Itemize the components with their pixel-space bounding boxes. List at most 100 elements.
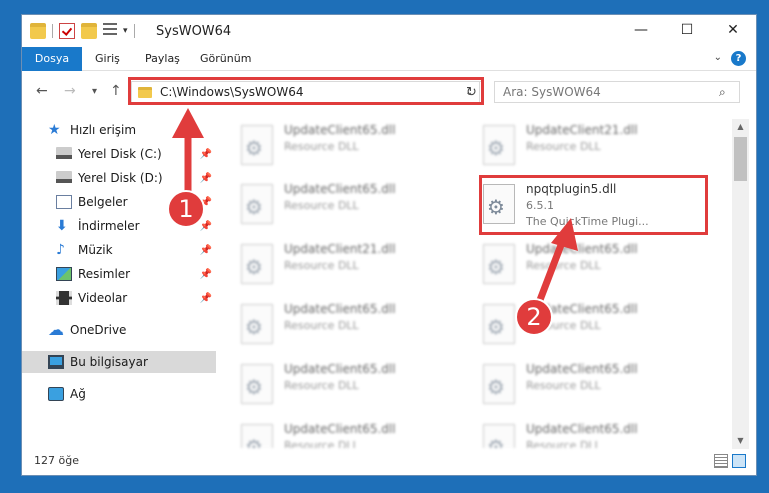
qat-dropdown-icon[interactable]: ▾ [123,26,128,36]
address-bar[interactable]: C:\Windows\SysWOW64 ⌄ [131,81,480,103]
pin-icon[interactable]: 📌 [200,245,212,256]
videos-icon [56,291,72,305]
dll-file-icon [241,364,273,404]
refresh-button[interactable]: ↻ [461,81,483,103]
file-name: UpdateClient21.dll [284,242,396,256]
dll-file-icon [241,244,273,284]
list-view-icon[interactable] [103,23,117,39]
pin-icon[interactable]: 📌 [200,173,212,184]
file-type: Resource DLL [284,259,359,272]
pin-icon[interactable]: 📌 [200,269,212,280]
sidebar-item-label: Yerel Disk (C:) [78,147,162,161]
sidebar-item-pictures[interactable]: Resimler 📌 [22,263,216,285]
disk-icon [56,147,72,161]
file-item[interactable]: UpdateClient65.dll Resource DLL [479,300,709,350]
file-type: Resource DLL [526,259,601,272]
file-list: UpdateClient65.dll Resource DLL UpdateCl… [217,119,731,449]
pictures-icon [56,267,72,281]
window-title: SysWOW64 [156,24,232,39]
sidebar-item-local-disk-c[interactable]: Yerel Disk (C:) 📌 [22,143,216,165]
file-type: Resource DLL [284,199,359,212]
tab-share[interactable]: Paylaş [145,47,180,71]
close-button[interactable]: ✕ [710,15,756,45]
sidebar-item-label: OneDrive [70,323,127,337]
navigation-pane: ★ Hızlı erişim Yerel Disk (C:) 📌 Yerel D… [22,119,216,449]
minimize-button[interactable]: — [618,15,664,45]
sidebar-item-network[interactable]: Ağ [22,383,216,405]
tiles-view-icon[interactable] [732,454,746,468]
sidebar-item-downloads[interactable]: ⬇ İndirmeler 📌 [22,215,216,237]
dll-file-icon [483,184,515,224]
file-item[interactable]: UpdateClient65.dll Resource DLL [479,420,709,448]
scrollbar-thumb[interactable] [734,137,747,181]
back-button[interactable]: ← [36,83,48,99]
file-name: UpdateClient65.dll [526,422,638,436]
search-placeholder: Ara: SysWOW64 [503,85,601,99]
sidebar-item-label: Hızlı erişim [70,123,137,137]
file-item[interactable]: UpdateClient21.dll Resource DLL [237,240,467,290]
sidebar-item-documents[interactable]: Belgeler 📌 [22,191,216,213]
search-icon[interactable]: ⌕ [719,85,739,100]
disk-icon [56,171,72,185]
folder-icon [138,86,152,98]
help-icon[interactable]: ? [731,51,746,66]
file-item[interactable]: UpdateClient65.dll Resource DLL [237,360,467,410]
file-name: UpdateClient65.dll [284,182,396,196]
pin-icon[interactable]: 📌 [200,149,212,160]
sidebar-item-this-pc[interactable]: Bu bilgisayar [22,351,216,373]
file-item-npqtplugin5[interactable]: npqtplugin5.dll 6.5.1 The QuickTime Plug… [479,180,709,230]
file-type: Resource DLL [526,439,601,448]
window-controls: — ☐ ✕ [618,15,756,45]
tab-view[interactable]: Görünüm [200,47,251,71]
maximize-button[interactable]: ☐ [664,15,710,45]
dll-file-icon [483,244,515,284]
scroll-up-icon[interactable]: ▲ [732,119,749,135]
toolbar-separator [133,24,135,38]
file-item[interactable]: UpdateClient65.dll Resource DLL [237,121,467,171]
search-input[interactable]: Ara: SysWOW64 ⌕ [494,81,740,103]
sidebar-item-label: Videolar [78,291,128,305]
file-item[interactable]: UpdateClient65.dll Resource DLL [237,180,467,230]
file-name: npqtplugin5.dll [526,182,617,196]
sidebar-item-label: İndirmeler [78,219,140,233]
file-item[interactable]: UpdateClient65.dll Resource DLL [479,240,709,290]
address-path[interactable]: C:\Windows\SysWOW64 [160,85,465,99]
file-name: UpdateClient65.dll [284,422,396,436]
file-type: Resource DLL [284,379,359,392]
new-folder-icon[interactable] [81,23,97,39]
file-type: Resource DLL [284,140,359,153]
sidebar-item-label: Müzik [78,243,113,257]
up-button[interactable]: ↑ [110,83,122,99]
sidebar-item-music[interactable]: ♪ Müzik 📌 [22,239,216,261]
dll-file-icon [241,424,273,448]
vertical-scrollbar[interactable]: ▲ ▼ [732,119,749,449]
status-bar: 127 öğe [22,449,756,475]
dll-file-icon [483,304,515,344]
sidebar-item-quick-access[interactable]: ★ Hızlı erişim [22,119,216,141]
recent-locations-button[interactable]: ▾ [92,86,97,97]
sidebar-item-local-disk-d[interactable]: Yerel Disk (D:) 📌 [22,167,216,189]
details-view-icon[interactable] [714,454,728,468]
file-item[interactable]: UpdateClient21.dll Resource DLL [479,121,709,171]
file-item[interactable]: UpdateClient65.dll Resource DLL [237,300,467,350]
scroll-down-icon[interactable]: ▼ [732,433,749,449]
pin-icon[interactable]: 📌 [200,293,212,304]
forward-button[interactable]: → [64,83,76,99]
file-item[interactable]: UpdateClient65.dll Resource DLL [237,420,467,448]
sidebar-item-onedrive[interactable]: ☁ OneDrive [22,319,216,341]
ribbon-expand-icon[interactable]: ⌄ [714,52,722,63]
file-type: Resource DLL [526,319,601,332]
tab-file[interactable]: Dosya [22,47,82,71]
file-name: UpdateClient65.dll [284,362,396,376]
folder-icon[interactable] [30,23,46,39]
properties-check-icon[interactable] [59,23,75,39]
explorer-window: ▾ SysWOW64 — ☐ ✕ Dosya Giriş Paylaş Görü… [21,14,757,476]
view-switcher [714,454,746,468]
tab-home[interactable]: Giriş [95,47,120,71]
file-item[interactable]: UpdateClient65.dll Resource DLL [479,360,709,410]
sidebar-item-videos[interactable]: Videolar 📌 [22,287,216,309]
navigation-bar: ← → ▾ ↑ C:\Windows\SysWOW64 ⌄ ↻ Ara: Sys… [22,75,756,109]
pin-icon[interactable]: 📌 [200,221,212,232]
dll-file-icon [241,125,273,165]
pin-icon[interactable]: 📌 [200,197,212,208]
